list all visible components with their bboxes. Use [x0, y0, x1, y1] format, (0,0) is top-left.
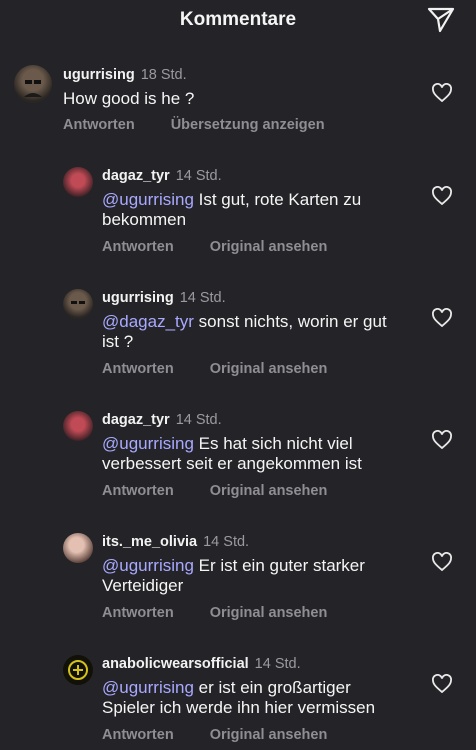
comment-meta: ugurrising 14 Std.: [102, 290, 226, 306]
reply-button[interactable]: Antworten: [102, 727, 174, 743]
comment-meta: dagaz_tyr 14 Std.: [102, 412, 222, 428]
comment-text: @ugurrising er ist ein großartiger Spiel…: [102, 678, 402, 718]
username[interactable]: ugurrising: [102, 290, 174, 306]
see-original-button[interactable]: Original ansehen: [210, 239, 328, 255]
comment-text: @ugurrising Es hat sich nicht viel verbe…: [102, 434, 392, 474]
timestamp: 14 Std.: [175, 412, 222, 428]
translate-button[interactable]: Übersetzung anzeigen: [171, 117, 325, 133]
heart-icon[interactable]: [431, 186, 453, 206]
timestamp: 14 Std.: [179, 290, 226, 306]
reply-button[interactable]: Antworten: [102, 361, 174, 377]
timestamp: 14 Std.: [175, 168, 222, 184]
username[interactable]: dagaz_tyr: [102, 412, 170, 428]
comment-item: anabolicwearsofficial 14 Std. @ugurrising…: [0, 648, 476, 750]
comment-item: ugurrising 14 Std. @dagaz_tyr sonst nicht…: [0, 282, 476, 392]
comment-meta: ugurrising 18 Std.: [63, 67, 187, 83]
avatar[interactable]: [63, 167, 93, 197]
mention-link[interactable]: @ugurrising: [102, 678, 194, 697]
username[interactable]: anabolicwearsofficial: [102, 656, 249, 672]
heart-icon[interactable]: [431, 308, 453, 328]
comment-text: @ugurrising Ist gut, rote Karten zu beko…: [102, 190, 392, 230]
reply-button[interactable]: Antworten: [102, 605, 174, 621]
comment-actions: Antworten Original ansehen: [102, 727, 363, 743]
reply-button[interactable]: Antworten: [102, 483, 174, 499]
heart-icon[interactable]: [431, 430, 453, 450]
see-original-button[interactable]: Original ansehen: [210, 483, 328, 499]
comment-item: dagaz_tyr 14 Std. @ugurrising Ist gut, ro…: [0, 160, 476, 270]
see-original-button[interactable]: Original ansehen: [210, 727, 328, 743]
comment-actions: Antworten Original ansehen: [102, 483, 363, 499]
mention-link[interactable]: @dagaz_tyr: [102, 312, 194, 331]
comment-actions: Antworten Übersetzung anzeigen: [63, 117, 361, 133]
username[interactable]: its._me_olivia: [102, 534, 197, 550]
comment-item: ugurrising 18 Std. How good is he ? Antwo…: [0, 60, 476, 140]
comment-actions: Antworten Original ansehen: [102, 361, 363, 377]
comment-text: How good is he ?: [63, 89, 393, 109]
heart-icon[interactable]: [431, 674, 453, 694]
header-bar: Kommentare: [0, 0, 476, 40]
avatar[interactable]: [63, 411, 93, 441]
timestamp: 14 Std.: [254, 656, 301, 672]
mention-link[interactable]: @ugurrising: [102, 434, 194, 453]
timestamp: 18 Std.: [140, 67, 187, 83]
comment-text: @dagaz_tyr sonst nichts, worin er gut is…: [102, 312, 402, 352]
page-title: Kommentare: [179, 9, 297, 30]
comment-item: dagaz_tyr 14 Std. @ugurrising Es hat sich…: [0, 404, 476, 514]
reply-button[interactable]: Antworten: [63, 117, 135, 133]
paper-plane-icon[interactable]: [426, 6, 456, 34]
avatar[interactable]: [14, 65, 52, 103]
mention-link[interactable]: @ugurrising: [102, 556, 194, 575]
comment-meta: its._me_olivia 14 Std.: [102, 534, 249, 550]
comment-meta: dagaz_tyr 14 Std.: [102, 168, 222, 184]
username[interactable]: dagaz_tyr: [102, 168, 170, 184]
comment-meta: anabolicwearsofficial 14 Std.: [102, 656, 301, 672]
see-original-button[interactable]: Original ansehen: [210, 605, 328, 621]
comment-actions: Antworten Original ansehen: [102, 605, 363, 621]
mention-link[interactable]: @ugurrising: [102, 190, 194, 209]
heart-icon[interactable]: [431, 552, 453, 572]
timestamp: 14 Std.: [203, 534, 250, 550]
reply-button[interactable]: Antworten: [102, 239, 174, 255]
avatar[interactable]: [63, 655, 93, 685]
username[interactable]: ugurrising: [63, 67, 135, 83]
see-original-button[interactable]: Original ansehen: [210, 361, 328, 377]
comment-text: @ugurrising Er ist ein guter starker Ver…: [102, 556, 392, 596]
comment-actions: Antworten Original ansehen: [102, 239, 363, 255]
avatar[interactable]: [63, 533, 93, 563]
heart-icon[interactable]: [431, 83, 453, 103]
comment-item: its._me_olivia 14 Std. @ugurrising Er ist…: [0, 526, 476, 636]
comment-body: How good is he ?: [63, 89, 195, 108]
avatar[interactable]: [63, 289, 93, 319]
